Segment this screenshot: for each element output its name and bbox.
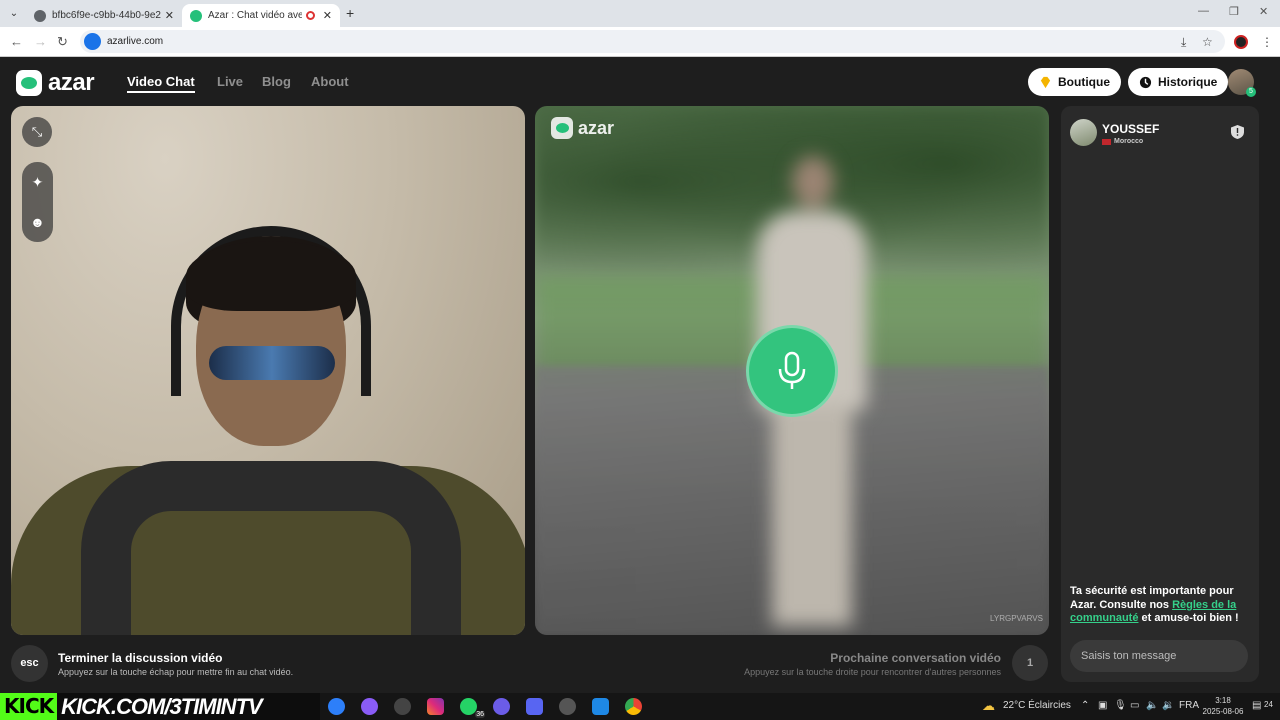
app-icon[interactable] <box>592 698 609 715</box>
notification-count: 24 <box>1264 700 1273 709</box>
system-clock[interactable]: 3:18 2025-08-06 <box>1200 695 1246 717</box>
speaker-icon[interactable]: 🔉 <box>1162 700 1174 711</box>
sparkle-effects-icon[interactable]: ✦ <box>22 162 53 202</box>
minimize-icon[interactable]: — <box>1198 5 1209 17</box>
close-window-icon[interactable]: ✕ <box>1259 5 1268 18</box>
safety-text-end: et amuse-toi bien ! <box>1138 612 1239 624</box>
face-filter-icon[interactable]: ☻ <box>22 202 53 242</box>
address-bar[interactable]: azarlive.com <box>80 30 1225 53</box>
message-input[interactable] <box>1070 640 1248 672</box>
peer-video-logo: azar <box>551 117 614 139</box>
nav-blog[interactable]: Blog <box>262 74 291 89</box>
app-icon[interactable] <box>493 698 510 715</box>
kick-logo: KICK <box>0 693 58 720</box>
history-button[interactable]: Historique <box>1128 68 1229 96</box>
voice-mode-button[interactable] <box>746 325 838 417</box>
clock-time: 3:18 <box>1215 696 1231 705</box>
whatsapp-badge: 36 <box>475 711 485 718</box>
next-chat-button[interactable]: 1 <box>1012 645 1048 681</box>
clock-date: 2025-08-06 <box>1202 707 1244 716</box>
app-header: azar Video Chat Live Blog About Boutique… <box>0 58 1280 106</box>
bookmark-star-icon[interactable]: ☆ <box>1202 35 1213 49</box>
menu-kebab-icon[interactable]: ⋮ <box>1261 35 1273 49</box>
tab-search-icon[interactable]: ⌄ <box>6 6 22 22</box>
chrome-icon[interactable] <box>625 698 642 715</box>
reload-icon[interactable]: ↻ <box>57 34 68 50</box>
recording-icon <box>305 11 315 20</box>
extension-icon[interactable] <box>1234 35 1248 49</box>
end-chat-subtitle: Appuyez sur la touche échap pour mettre … <box>58 667 294 677</box>
minimize-video-icon[interactable]: ⤡ <box>22 117 52 147</box>
notification-icon[interactable]: ▤ <box>1252 700 1261 711</box>
azar-logo[interactable]: azar <box>16 69 95 97</box>
tab-favicon-icon <box>34 9 46 22</box>
report-shield-icon[interactable] <box>1231 125 1244 139</box>
peer-name: YOUSSEF <box>1102 122 1160 136</box>
browser-tab-1[interactable]: bfbc6f9e-c9bb-44b0-9e2c-af04 ✕ <box>26 4 182 27</box>
peer-logo-text: azar <box>578 117 615 138</box>
diamond-icon <box>1040 76 1051 88</box>
instagram-icon[interactable] <box>427 698 444 715</box>
azar-favicon-icon <box>190 9 202 22</box>
whatsapp-icon[interactable]: 36 <box>460 698 485 718</box>
media-player-icon[interactable] <box>559 698 576 715</box>
microphone-icon <box>778 351 806 389</box>
shop-label: Boutique <box>1058 75 1110 89</box>
clock-icon <box>1139 76 1152 88</box>
back-icon[interactable]: ← <box>10 34 23 49</box>
nav-about[interactable]: About <box>311 74 349 89</box>
video-effects-controls: ✦ ☻ <box>22 162 53 242</box>
new-tab-icon[interactable]: + <box>346 5 354 21</box>
site-info-icon[interactable] <box>84 33 101 50</box>
nav-live[interactable]: Live <box>217 74 243 89</box>
network-icon[interactable]: ▭ <box>1130 700 1139 711</box>
browser-tab-bar: ⌄ bfbc6f9e-c9bb-44b0-9e2c-af04 ✕ Azar : … <box>0 0 1280 27</box>
next-chat-title: Prochaine conversation vidéo <box>830 651 1001 665</box>
taskbar-apps: 36 <box>328 698 658 718</box>
avatar-badge: 5 <box>1246 87 1256 97</box>
end-chat-title: Terminer la discussion vidéo <box>58 651 223 665</box>
stream-url: KICK.COM/3TIMINTV <box>61 693 263 719</box>
windows-taskbar: KICK KICK.COM/3TIMINTV 36 ☁ 22°C Éclairc… <box>0 693 1280 720</box>
obs-icon[interactable] <box>394 698 411 715</box>
logo-text: azar <box>48 69 95 96</box>
weather-icon[interactable]: ☁ <box>982 698 995 714</box>
browser-toolbar: ← → ↻ azarlive.com ⤓ ☆ ⋮ <box>0 27 1280 57</box>
peer-country: Morocco <box>1102 138 1143 145</box>
tab-title: Azar : Chat vidéo avec de n <box>208 10 302 21</box>
weather-text[interactable]: 22°C Éclaircies <box>1003 700 1071 711</box>
language-indicator[interactable]: FRA <box>1179 700 1199 711</box>
stream-banner: KICK KICK.COM/3TIMINTV <box>0 693 320 720</box>
discord-icon[interactable] <box>526 698 543 715</box>
close-tab-icon[interactable]: ✕ <box>323 9 332 22</box>
url-text: azarlive.com <box>107 36 164 47</box>
peer-country-label: Morocco <box>1114 138 1144 145</box>
nav-video-chat[interactable]: Video Chat <box>127 74 195 93</box>
close-tab-icon[interactable]: ✕ <box>165 9 174 22</box>
shop-button[interactable]: Boutique <box>1028 68 1121 96</box>
microphone-tray-icon[interactable]: 🎙 <box>1114 700 1127 711</box>
tab-title: bfbc6f9e-c9bb-44b0-9e2c-af04 <box>52 10 161 21</box>
self-video <box>11 106 525 635</box>
volume-icon[interactable]: 🔈 <box>1146 700 1158 711</box>
next-chat-subtitle: Appuyez sur la touche droite pour rencon… <box>744 667 1001 677</box>
self-person-image <box>11 226 525 635</box>
peer-avatar[interactable] <box>1070 119 1097 146</box>
tray-chevron-icon[interactable]: ⌃ <box>1081 700 1089 711</box>
morocco-flag-icon <box>1102 138 1111 145</box>
safety-notice: Ta sécurité est importante pour Azar. Co… <box>1070 585 1250 626</box>
azar-logo-icon <box>16 70 42 96</box>
video-watermark: LYRGPVARVS <box>990 614 1043 623</box>
tray-app-icon[interactable]: ▣ <box>1098 700 1107 711</box>
maximize-icon[interactable]: ❐ <box>1229 5 1239 18</box>
user-avatar[interactable]: 5 <box>1228 69 1256 97</box>
azar-logo-icon <box>551 117 573 139</box>
forward-icon[interactable]: → <box>34 34 47 49</box>
end-chat-button[interactable]: esc <box>11 645 48 682</box>
browser-tab-2[interactable]: Azar : Chat vidéo avec de n ✕ <box>182 4 340 27</box>
install-app-icon[interactable]: ⤓ <box>1181 35 1186 50</box>
edge-icon[interactable] <box>328 698 345 715</box>
app-icon[interactable] <box>361 698 378 715</box>
history-label: Historique <box>1158 75 1218 89</box>
